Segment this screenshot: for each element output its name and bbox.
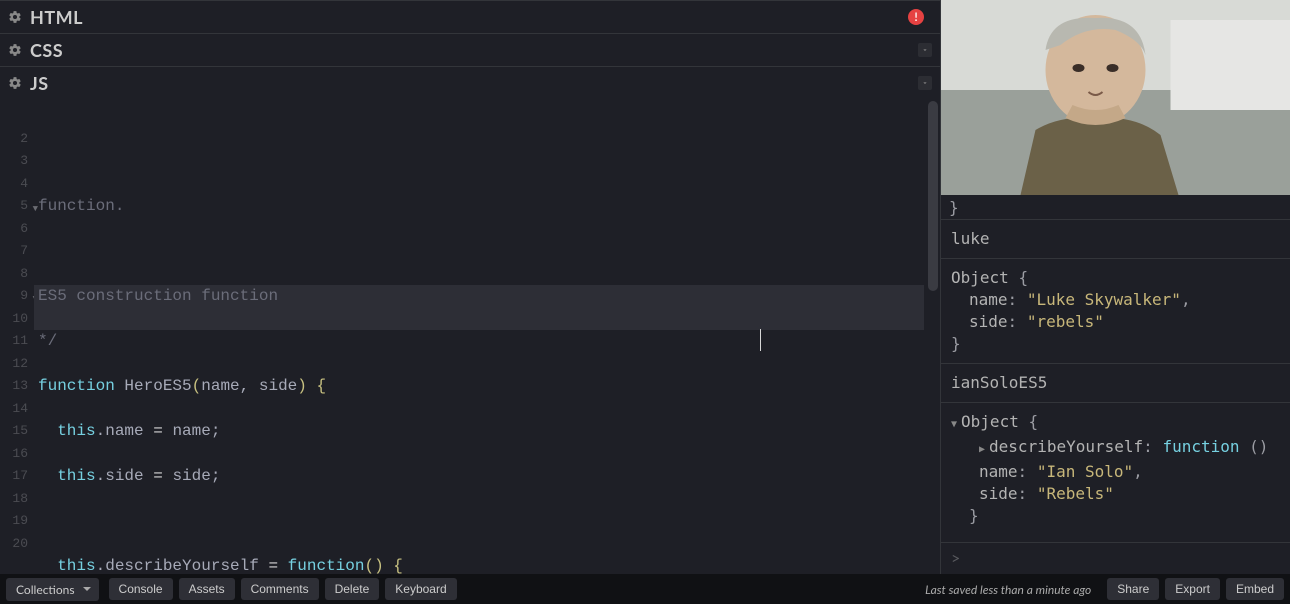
gear-icon[interactable]: [8, 76, 22, 90]
expand-toggle-icon[interactable]: ▶: [979, 444, 985, 455]
delete-button[interactable]: Delete: [325, 578, 380, 600]
save-status: Last saved less than a minute ago: [925, 582, 1091, 597]
console-prompt[interactable]: >: [941, 542, 1290, 574]
error-badge[interactable]: !: [908, 9, 924, 25]
gear-icon[interactable]: [8, 43, 22, 57]
console-entry-luke: luke: [941, 220, 1290, 258]
keyboard-button[interactable]: Keyboard: [385, 578, 456, 600]
code-text[interactable]: function. ES5 construction function */ f…: [34, 99, 940, 574]
css-panel-title: CSS: [30, 39, 918, 61]
console-object-ian[interactable]: ▼Object { ▶describeYourself: function ()…: [941, 403, 1290, 535]
css-panel: CSS: [0, 33, 940, 66]
footer-bar: Collections Console Assets Comments Dele…: [0, 574, 1290, 604]
js-panel: JS 2 3 4 5▼ 6 7 8 9▼ 10 11 12 13: [0, 66, 940, 574]
share-button[interactable]: Share: [1107, 578, 1159, 600]
chevron-down-icon[interactable]: [918, 43, 932, 57]
css-panel-header[interactable]: CSS: [0, 34, 940, 66]
console-entry-ian: ianSoloES5: [941, 364, 1290, 402]
code-editor[interactable]: 2 3 4 5▼ 6 7 8 9▼ 10 11 12 13 14 15 16 1…: [0, 99, 940, 574]
gear-icon[interactable]: [8, 10, 22, 24]
html-panel-header[interactable]: HTML !: [0, 1, 940, 33]
console-output[interactable]: } luke Object { name: "Luke Skywalker", …: [941, 195, 1290, 542]
line-gutter: 2 3 4 5▼ 6 7 8 9▼ 10 11 12 13 14 15 16 1…: [0, 99, 34, 574]
js-panel-header[interactable]: JS: [0, 67, 940, 99]
embed-button[interactable]: Embed: [1226, 578, 1284, 600]
export-button[interactable]: Export: [1165, 578, 1220, 600]
comments-button[interactable]: Comments: [241, 578, 319, 600]
expand-toggle-icon[interactable]: ▼: [951, 419, 957, 430]
webcam-overlay: [941, 0, 1290, 195]
assets-button[interactable]: Assets: [179, 578, 235, 600]
output-pane: } luke Object { name: "Luke Skywalker", …: [940, 0, 1290, 574]
chevron-down-icon[interactable]: [918, 76, 932, 90]
console-button[interactable]: Console: [109, 578, 173, 600]
js-panel-title: JS: [30, 72, 918, 94]
html-panel: HTML !: [0, 0, 940, 33]
console-object-luke[interactable]: Object { name: "Luke Skywalker", side: "…: [941, 259, 1290, 363]
collections-dropdown[interactable]: Collections: [6, 578, 99, 601]
html-panel-title: HTML: [30, 6, 908, 28]
